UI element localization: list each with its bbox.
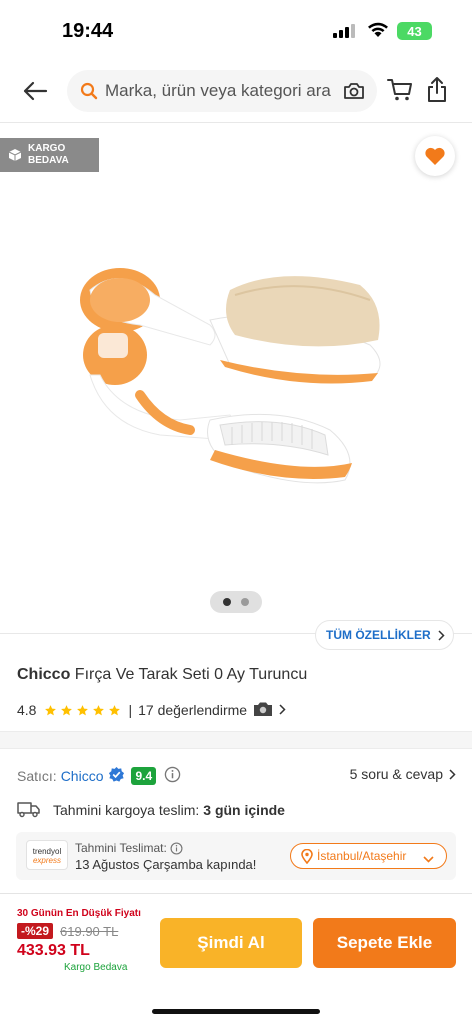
image-pager[interactable] xyxy=(210,591,262,613)
product-title: Chicco Fırça Ve Tarak Seti 0 Ay Turuncu xyxy=(17,666,307,684)
star-icon xyxy=(77,704,89,715)
qa-link[interactable]: 5 soru & cevap xyxy=(350,766,456,782)
cargo-badge-line1: KARGO xyxy=(28,143,66,154)
battery-icon: 43 xyxy=(397,22,432,40)
truck-icon xyxy=(17,800,41,821)
chevron-down-icon xyxy=(423,852,434,866)
share-icon xyxy=(428,77,446,102)
info-icon xyxy=(170,842,183,854)
chevron-right-icon xyxy=(449,768,456,780)
delivery-estimate-box: trendyol express Tahmini Teslimat: 13 Ağ… xyxy=(16,832,456,880)
old-price: 619.90 TL xyxy=(60,923,119,939)
location-label: İstanbul/Ataşehir xyxy=(317,849,407,863)
favorite-button[interactable] xyxy=(415,136,455,176)
add-to-cart-button[interactable]: Sepete Ekle xyxy=(313,918,456,968)
rating-stars xyxy=(44,704,121,717)
pager-dot[interactable] xyxy=(241,598,249,606)
free-shipping-text: Kargo Bedava xyxy=(64,962,128,973)
product-name: Fırça Ve Tarak Seti 0 Ay Turuncu xyxy=(74,666,308,683)
shipping-estimate: Tahmini kargoya teslim: 3 gün içinde xyxy=(17,800,285,820)
discount-row: -%29 619.90 TL xyxy=(17,923,141,939)
camera-icon xyxy=(253,701,273,720)
camera-icon xyxy=(344,83,364,99)
status-time: 19:44 xyxy=(62,20,114,42)
camera-search-button[interactable] xyxy=(343,81,365,106)
cart-button[interactable] xyxy=(387,78,413,107)
bottom-bar-divider xyxy=(0,893,472,894)
location-selector[interactable]: İstanbul/Ataşehir xyxy=(290,843,447,869)
current-price: 433.93 TL xyxy=(17,942,90,959)
rating-value: 4.8 xyxy=(17,702,37,718)
arrow-left-icon xyxy=(23,81,48,101)
product-image[interactable] xyxy=(60,255,390,500)
chevron-right-icon xyxy=(438,630,445,644)
review-count: 17 değerlendirme xyxy=(138,702,248,718)
logo-line1: trendyol xyxy=(32,847,62,856)
seller-row: Satıcı: Chicco 9.4 xyxy=(17,766,181,786)
chevron-right-icon xyxy=(279,702,286,718)
qa-label: 5 soru & cevap xyxy=(349,766,443,782)
product-brand[interactable]: Chicco xyxy=(17,666,70,683)
battery-level: 43 xyxy=(407,23,422,39)
shipping-value: 3 gün içinde xyxy=(203,802,285,818)
home-indicator[interactable] xyxy=(152,1009,320,1014)
location-pin-icon xyxy=(301,848,313,864)
share-button[interactable] xyxy=(426,76,448,109)
cart-icon xyxy=(387,79,412,101)
search-icon xyxy=(80,82,98,105)
header-divider xyxy=(0,122,472,123)
delivery-label: Tahmini Teslimat: xyxy=(75,841,167,855)
shipping-label: Tahmini kargoya teslim: xyxy=(53,802,200,818)
search-bar[interactable] xyxy=(67,70,377,112)
box-icon xyxy=(8,148,22,166)
cellular-signal-icon xyxy=(333,24,355,43)
price-box: 30 Günün En Düşük Fiyatı -%29 619.90 TL … xyxy=(17,908,141,973)
trendyol-express-logo: trendyol express xyxy=(26,840,68,870)
section-divider xyxy=(0,731,472,749)
star-icon xyxy=(93,704,105,715)
seller-label: Satıcı: xyxy=(17,768,57,784)
all-features-label: TÜM ÖZELLİKLER xyxy=(326,628,431,642)
delivery-label-row: Tahmini Teslimat: xyxy=(75,841,183,855)
info-icon[interactable] xyxy=(164,766,181,786)
heart-icon xyxy=(425,147,445,165)
buy-now-button[interactable]: Şimdi Al xyxy=(160,918,302,968)
verified-icon xyxy=(108,766,125,786)
free-shipping-badge: KARGO BEDAVA xyxy=(0,138,99,172)
seller-score-badge: 9.4 xyxy=(131,767,157,785)
cargo-badge-line2: BEDAVA xyxy=(28,155,69,166)
header xyxy=(0,66,472,116)
back-button[interactable] xyxy=(20,76,50,106)
all-features-button[interactable]: TÜM ÖZELLİKLER xyxy=(315,620,454,650)
pager-dot[interactable] xyxy=(223,598,231,606)
wifi-icon xyxy=(367,22,389,43)
star-icon xyxy=(109,704,121,715)
star-icon xyxy=(45,704,57,715)
rating-separator: | xyxy=(128,702,133,718)
lowest-price-label: 30 Günün En Düşük Fiyatı xyxy=(17,908,141,919)
star-icon xyxy=(61,704,73,715)
status-bar: 19:44 43 xyxy=(0,0,472,60)
discount-badge: -%29 xyxy=(17,923,54,939)
seller-name[interactable]: Chicco xyxy=(61,768,104,784)
logo-line2: express xyxy=(32,856,61,865)
rating-row[interactable]: 4.8 | 17 değerlendirme xyxy=(17,700,286,720)
delivery-date: 13 Ağustos Çarşamba kapında! xyxy=(75,857,257,872)
search-input[interactable] xyxy=(105,70,333,112)
